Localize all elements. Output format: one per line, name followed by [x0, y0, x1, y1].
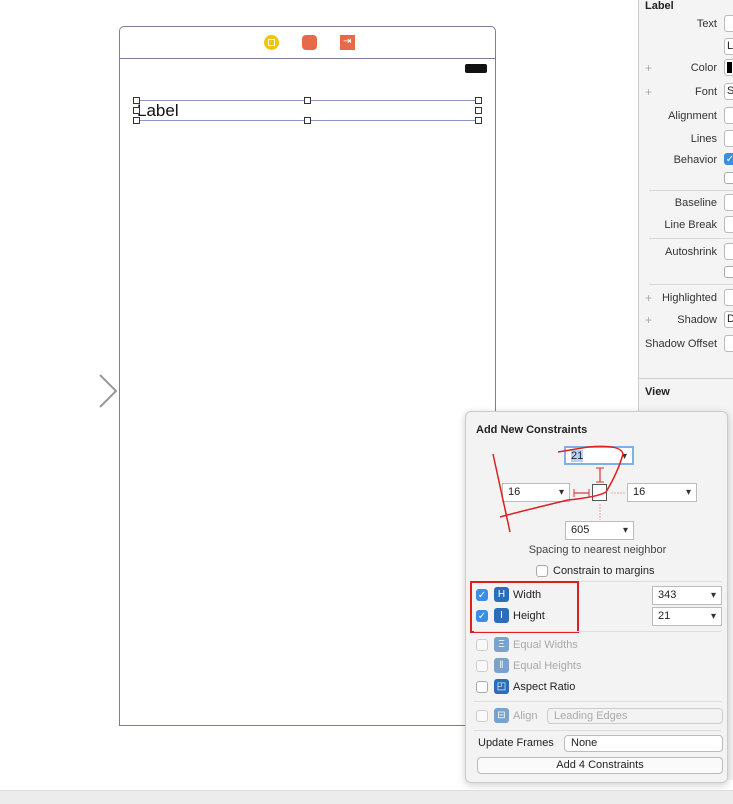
height-constraint-icon: I: [494, 608, 509, 623]
shadow-color-well[interactable]: D: [724, 311, 733, 328]
color-label: Color: [690, 62, 717, 74]
battery-icon: [465, 64, 487, 73]
font-label: Font: [694, 86, 717, 98]
shadow-label: Shadow: [677, 314, 717, 326]
equal-heights-checkbox[interactable]: [476, 660, 488, 672]
first-responder-icon[interactable]: [302, 35, 317, 50]
canvas-status-bar: [0, 790, 733, 804]
add-constraints-popover: Add New Constraints 21 16 16 605 Spacing…: [465, 411, 728, 783]
popover-title: Add New Constraints: [476, 424, 588, 436]
baseline-popup[interactable]: [724, 194, 733, 211]
shadow-offset-label: Shadow Offset: [645, 338, 717, 350]
behavior-enabled-checkbox[interactable]: ✓: [724, 153, 733, 165]
resize-handle[interactable]: [475, 117, 482, 124]
divider: [474, 730, 721, 731]
constrain-margins-label: Constrain to margins: [553, 565, 655, 577]
behavior-highlighted-checkbox[interactable]: [724, 172, 733, 184]
width-checkbox[interactable]: ✓: [476, 589, 488, 601]
resize-handle[interactable]: [133, 107, 140, 114]
spacing-caption: Spacing to nearest neighbor: [528, 544, 667, 556]
text-type-popup[interactable]: [724, 15, 733, 32]
section-header-view: View: [645, 386, 670, 398]
align-label: Align: [513, 710, 538, 722]
divider: [639, 378, 733, 379]
resize-handle[interactable]: [133, 117, 140, 124]
line-break-popup[interactable]: [724, 216, 733, 233]
highlighted-label: Highlighted: [661, 292, 717, 304]
line-break-label: Line Break: [664, 219, 717, 231]
divider: [649, 190, 733, 191]
width-label: Width: [513, 589, 542, 601]
color-well[interactable]: [724, 59, 733, 76]
aspect-ratio-label: Aspect Ratio: [513, 681, 576, 693]
alignment-label: Alignment: [668, 110, 717, 122]
align-checkbox[interactable]: [476, 710, 488, 722]
divider: [649, 238, 733, 239]
resize-handle[interactable]: [304, 97, 311, 104]
section-header-label: Label: [645, 0, 674, 12]
alignment-control[interactable]: [724, 107, 733, 124]
plus-icon[interactable]: +: [645, 61, 652, 75]
update-frames-popup[interactable]: None: [564, 735, 723, 752]
divider: [474, 631, 721, 632]
behavior-label: Behavior: [673, 154, 717, 166]
scene-dock: ⇥: [120, 27, 495, 59]
baseline-label: Baseline: [674, 197, 717, 209]
resize-handle[interactable]: [475, 97, 482, 104]
update-frames-label: Update Frames: [478, 737, 554, 749]
align-icon: ⊟: [494, 708, 509, 723]
lines-label: Lines: [690, 133, 717, 145]
resize-handle[interactable]: [475, 107, 482, 114]
plus-icon[interactable]: +: [645, 313, 652, 327]
exit-icon[interactable]: ⇥: [340, 35, 355, 50]
plus-icon[interactable]: +: [645, 85, 652, 99]
divider: [474, 701, 721, 702]
aspect-ratio-checkbox[interactable]: [476, 681, 488, 693]
text-field[interactable]: L: [724, 38, 733, 55]
height-checkbox[interactable]: ✓: [476, 610, 488, 622]
equal-heights-icon: ‖: [494, 658, 509, 673]
constrain-margins-checkbox[interactable]: [536, 565, 548, 577]
label-element[interactable]: Label: [133, 97, 482, 124]
aspect-ratio-icon: ◰: [494, 679, 509, 694]
width-value-field[interactable]: 343: [652, 586, 722, 605]
width-constraint-icon: H: [494, 587, 509, 602]
shadow-offset-field[interactable]: [724, 335, 733, 352]
plus-icon[interactable]: +: [645, 291, 652, 305]
equal-heights-label: Equal Heights: [513, 660, 582, 672]
font-field[interactable]: S: [724, 83, 733, 100]
view-controller-icon[interactable]: [264, 35, 279, 50]
text-label: Text: [696, 18, 717, 30]
highlighted-color-well[interactable]: [724, 289, 733, 306]
height-label: Height: [513, 610, 545, 622]
entry-point-arrow-icon[interactable]: [18, 373, 120, 409]
resize-handle[interactable]: [304, 117, 311, 124]
add-constraints-button[interactable]: Add 4 Constraints: [477, 757, 723, 774]
equal-widths-checkbox[interactable]: [476, 639, 488, 651]
divider: [649, 284, 733, 285]
tighten-spacing-checkbox[interactable]: [724, 266, 733, 278]
autoshrink-label: Autoshrink: [665, 246, 717, 258]
autoshrink-popup[interactable]: [724, 243, 733, 260]
red-annotation-scribble: [492, 445, 624, 533]
view-controller-scene[interactable]: ⇥ Label: [119, 26, 496, 726]
equal-widths-label: Equal Widths: [513, 639, 578, 651]
label-text: Label: [137, 101, 179, 120]
lines-field[interactable]: [724, 130, 733, 147]
height-value-field[interactable]: 21: [652, 607, 722, 626]
resize-handle[interactable]: [133, 97, 140, 104]
equal-widths-icon: Ξ: [494, 637, 509, 652]
align-popup[interactable]: Leading Edges: [547, 708, 723, 724]
